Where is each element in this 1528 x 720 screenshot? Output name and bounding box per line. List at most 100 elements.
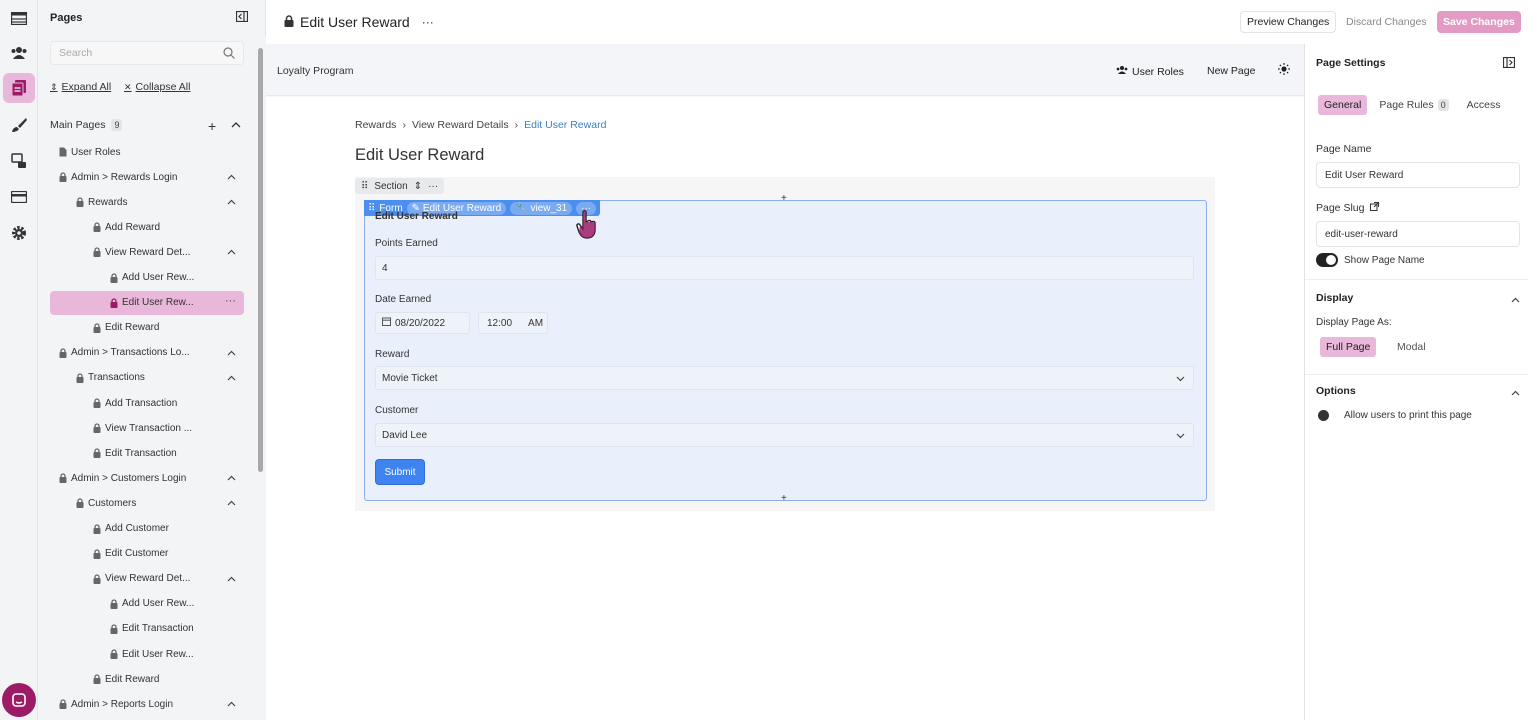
tree-item[interactable]: Edit Reward — [50, 667, 244, 691]
tree-item[interactable]: Add Reward — [50, 215, 244, 239]
full-page-option[interactable]: Full Page — [1320, 337, 1377, 357]
collapse-all-link[interactable]: ✕ Collapse All — [124, 81, 190, 93]
search-icon[interactable] — [223, 47, 235, 62]
scrollbar-thumb[interactable] — [258, 48, 263, 472]
time-input[interactable]: 12:00 AM — [478, 312, 548, 334]
add-block-below-icon[interactable]: + — [781, 493, 787, 504]
chevron-up-icon[interactable] — [227, 498, 236, 509]
date-label: Date Earned — [375, 294, 432, 305]
options-heading[interactable]: Options — [1316, 385, 1356, 397]
save-changes-button[interactable]: Save Changes — [1437, 11, 1521, 33]
tree-item[interactable]: Edit User Rew... ··· — [50, 290, 244, 315]
tree-item[interactable]: Edit Transaction — [50, 441, 244, 465]
tree-item[interactable]: View Reward Det... — [50, 567, 244, 591]
item-more-icon[interactable]: ··· — [225, 295, 236, 307]
tab-page-rules-label: Page Rules — [1379, 99, 1434, 111]
breadcrumb-item[interactable]: Rewards — [355, 119, 396, 131]
chevron-up-icon[interactable] — [1511, 387, 1520, 399]
display-heading[interactable]: Display — [1316, 292, 1353, 304]
view-key-chip[interactable]: 🔧 view_31 — [510, 201, 573, 215]
tree-item[interactable]: Customers — [50, 491, 244, 515]
chevron-up-icon[interactable] — [227, 574, 236, 585]
collapse-panel-icon[interactable] — [1502, 56, 1516, 71]
tree-item[interactable]: Add Transaction — [50, 391, 244, 415]
settings-icon[interactable] — [3, 218, 35, 248]
expand-all-link[interactable]: ⇕ Expand All — [50, 81, 111, 93]
chat-avatar[interactable] — [2, 683, 36, 717]
tree-item[interactable]: Add User Rew... — [50, 266, 244, 290]
points-input[interactable]: 4 — [375, 256, 1194, 280]
tree-item[interactable]: Add User Rew... — [50, 592, 244, 616]
search-input[interactable] — [51, 42, 211, 64]
lock-icon — [92, 398, 101, 408]
lock-icon — [109, 272, 118, 283]
collapse-arrows-icon[interactable]: ⇕ — [414, 181, 422, 192]
tree-item[interactable]: Edit User Rew... — [50, 642, 244, 666]
tree-item[interactable]: View Reward Det... — [50, 240, 244, 264]
breadcrumb-current[interactable]: Edit User Reward — [524, 119, 606, 131]
chevron-up-icon[interactable] — [227, 247, 236, 258]
tree-item-label: Admin > Rewards Login — [71, 171, 178, 183]
pages-icon[interactable] — [3, 73, 35, 103]
brush-icon[interactable] — [3, 110, 35, 140]
breadcrumb-item[interactable]: View Reward Details — [412, 119, 509, 131]
tree-item[interactable]: Rewards — [50, 190, 244, 214]
user-roles-link[interactable]: User Roles — [1116, 65, 1184, 78]
pages-scrollbar[interactable] — [256, 36, 266, 720]
tree-item[interactable]: Edit Customer — [50, 542, 244, 566]
section-tag[interactable]: ⠿ Section ⇕ ··· — [355, 178, 445, 194]
theme-toggle-icon[interactable] — [1278, 63, 1290, 75]
tab-access[interactable]: Access — [1461, 95, 1507, 115]
print-page-toggle[interactable] — [1318, 410, 1329, 421]
section-more-icon[interactable]: ··· — [428, 181, 438, 192]
chevron-up-icon[interactable] — [227, 473, 236, 484]
new-page-link[interactable]: New Page — [1207, 65, 1255, 77]
chevron-up-icon[interactable] — [227, 197, 236, 208]
tree-item[interactable]: Transactions — [50, 366, 244, 390]
flows-icon[interactable] — [3, 146, 35, 176]
ampm-value[interactable]: AM — [528, 318, 543, 329]
chevron-up-icon[interactable] — [227, 699, 236, 710]
page-slug-label-row: Page Slug — [1316, 202, 1380, 214]
drag-handle-icon[interactable]: ⠿ — [361, 181, 368, 192]
add-block-above-icon[interactable]: + — [781, 193, 787, 204]
chevron-up-icon[interactable] — [231, 119, 241, 131]
tree-item[interactable]: View Transaction ... — [50, 416, 244, 440]
tree-item[interactable]: Add Customer — [50, 517, 244, 541]
card-icon[interactable] — [3, 182, 35, 212]
tab-general[interactable]: General — [1318, 95, 1368, 115]
table-icon[interactable] — [3, 3, 35, 33]
lock-icon — [109, 624, 118, 634]
show-page-name-toggle[interactable] — [1316, 253, 1338, 267]
submit-button[interactable]: Submit — [375, 459, 425, 485]
users-icon[interactable] — [3, 38, 35, 68]
chevron-up-icon[interactable] — [227, 172, 236, 183]
tree-item[interactable]: Admin > Customers Login — [50, 466, 244, 490]
modal-option[interactable]: Modal — [1391, 337, 1432, 357]
preview-changes-button[interactable]: Preview Changes — [1240, 11, 1337, 33]
reward-select[interactable]: Movie Ticket — [375, 366, 1194, 390]
main-pages-header[interactable]: Main Pages 9 — [50, 119, 123, 131]
page-slug-input[interactable]: edit-user-reward — [1316, 221, 1520, 247]
collapse-panel-icon[interactable] — [235, 10, 249, 25]
tree-item[interactable]: Edit Reward — [50, 316, 244, 340]
tree-item-label: Admin > Customers Login — [71, 472, 187, 484]
page-name-input[interactable]: Edit User Reward — [1316, 162, 1520, 188]
show-page-name-label: Show Page Name — [1344, 255, 1425, 266]
form-block[interactable] — [364, 200, 1207, 501]
tree-item[interactable]: Admin > Transactions Lo... — [50, 341, 244, 365]
tree-item[interactable]: Edit Transaction — [50, 617, 244, 641]
chevron-up-icon[interactable] — [1511, 294, 1520, 306]
customer-select[interactable]: David Lee — [375, 423, 1194, 447]
tab-page-rules[interactable]: Page Rules 0 — [1373, 95, 1454, 115]
tree-item[interactable]: User Roles — [50, 140, 244, 164]
page-more-button[interactable]: ··· — [422, 15, 434, 29]
tree-item[interactable]: Admin > Reports Login — [50, 692, 244, 716]
add-page-icon[interactable]: + — [208, 118, 216, 134]
external-link-icon[interactable] — [1370, 202, 1380, 214]
date-input[interactable]: 08/20/2022 — [375, 312, 470, 334]
chevron-up-icon[interactable] — [227, 373, 236, 384]
discard-changes-button[interactable]: Discard Changes — [1340, 11, 1433, 33]
tree-item[interactable]: Admin > Rewards Login — [50, 165, 244, 189]
chevron-up-icon[interactable] — [227, 348, 236, 359]
